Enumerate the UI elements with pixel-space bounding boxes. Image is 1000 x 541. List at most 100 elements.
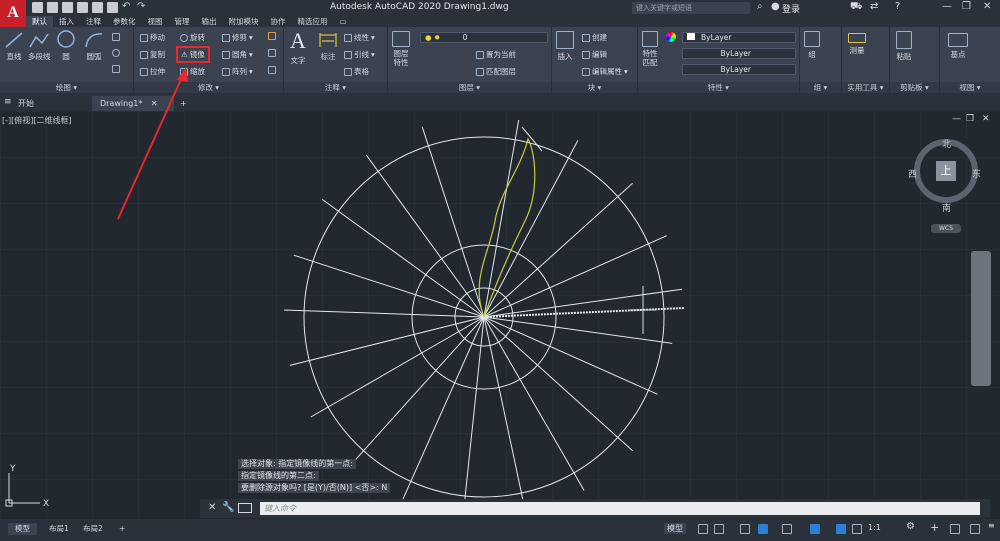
tab-output[interactable]: 输出: [196, 16, 223, 27]
table-button[interactable]: 表格: [344, 66, 369, 77]
annotation-scale[interactable]: 1:1: [868, 523, 881, 532]
navigation-bar[interactable]: [971, 251, 991, 386]
copy-button[interactable]: 复制: [140, 49, 165, 60]
autocad-logo[interactable]: A: [0, 0, 26, 27]
cart-icon[interactable]: ⛟: [850, 1, 863, 14]
grid-toggle-icon[interactable]: [698, 524, 708, 534]
line-button[interactable]: 直线: [4, 31, 24, 62]
tab-insert[interactable]: 插入: [53, 16, 80, 27]
tab-annotate[interactable]: 注释: [80, 16, 107, 27]
panel-label-properties[interactable]: 特性 ▾: [638, 82, 799, 93]
command-customize-icon[interactable]: 🔧: [222, 502, 234, 513]
command-prompt-icon[interactable]: [238, 503, 252, 513]
minimize-icon[interactable]: —: [942, 1, 952, 12]
snap-toggle-icon[interactable]: [714, 524, 724, 534]
layer-dropdown[interactable]: ● ✹ 0: [420, 32, 548, 43]
user-icon[interactable]: ●: [771, 1, 780, 12]
command-input[interactable]: 键入命令: [260, 502, 980, 515]
lineweight-dropdown[interactable]: ByLayer: [682, 64, 796, 75]
arc-button[interactable]: 圆弧: [84, 31, 104, 62]
rectangle-icon[interactable]: [112, 33, 120, 41]
tab-more-icon[interactable]: ▭: [334, 16, 353, 27]
search-icon[interactable]: ⌕: [757, 1, 763, 12]
panel-label-layers[interactable]: 图层 ▾: [388, 82, 551, 93]
scale-button[interactable]: 缩放: [180, 66, 205, 77]
tab-view[interactable]: 视图: [142, 16, 169, 27]
edit-block-button[interactable]: 编辑: [582, 49, 607, 60]
viewport-restore-icon[interactable]: ❐: [966, 114, 974, 124]
stretch-button[interactable]: 拉伸: [140, 66, 165, 77]
compass-south[interactable]: 南: [942, 201, 951, 214]
match-layer-button[interactable]: 匹配图层: [476, 66, 516, 77]
open-icon[interactable]: [47, 2, 58, 13]
panel-label-groups[interactable]: 组 ▾: [800, 82, 841, 93]
polar-toggle-icon[interactable]: [758, 524, 768, 534]
annotation-visibility-icon[interactable]: [836, 524, 846, 534]
undo-icon[interactable]: ↶: [122, 2, 133, 13]
tab-addins[interactable]: 附加模块: [223, 16, 265, 27]
fullscreen-icon[interactable]: [970, 524, 980, 534]
tab-collaborate[interactable]: 协作: [265, 16, 292, 27]
isolate-objects-icon[interactable]: [950, 524, 960, 534]
leader-button[interactable]: 引线 ▾: [344, 49, 375, 60]
close-icon[interactable]: ✕: [983, 1, 991, 12]
explode-icon[interactable]: [268, 49, 276, 57]
tab-layout2[interactable]: 布局2: [76, 523, 110, 535]
panel-label-block[interactable]: 块 ▾: [552, 82, 637, 93]
compass-east[interactable]: 东: [972, 167, 981, 180]
add-icon[interactable]: +: [930, 521, 939, 534]
text-button[interactable]: A 文字: [290, 29, 306, 66]
viewcube-top-face[interactable]: 上: [936, 161, 956, 181]
panel-label-draw[interactable]: 绘图 ▾: [0, 82, 133, 93]
tab-layout1[interactable]: 布局1: [42, 523, 76, 535]
tab-parametric[interactable]: 参数化: [107, 16, 142, 27]
fillet-button[interactable]: 圆角 ▾: [222, 49, 253, 60]
customize-menu-icon[interactable]: ≡: [988, 521, 995, 530]
new-tab-button[interactable]: +: [176, 96, 191, 111]
set-current-button[interactable]: 置为当前: [476, 49, 516, 60]
add-layout-button[interactable]: +: [112, 523, 132, 535]
save-icon[interactable]: [62, 2, 73, 13]
drawing-canvas[interactable]: Y X: [0, 111, 1000, 519]
tab-model[interactable]: 模型: [8, 523, 37, 535]
exchange-icon[interactable]: ⇄: [870, 1, 878, 12]
autoscale-icon[interactable]: [852, 524, 862, 534]
linear-dim-button[interactable]: 线性 ▾: [344, 32, 375, 43]
mirror-button[interactable]: ⚠ 镜像: [176, 46, 210, 63]
osnap-toggle-icon[interactable]: [810, 524, 820, 534]
move-button[interactable]: 移动: [140, 32, 165, 43]
search-input[interactable]: 键入关键字或短语: [632, 2, 750, 14]
settings-gear-icon[interactable]: ⚙: [906, 521, 915, 532]
viewport-controls-label[interactable]: [-][俯视][二维线框]: [2, 115, 72, 126]
linetype-dropdown[interactable]: ByLayer: [682, 48, 796, 59]
tab-home[interactable]: 默认: [26, 16, 53, 27]
tab-close-icon[interactable]: ✕: [151, 99, 158, 108]
color-dropdown[interactable]: ByLayer: [682, 32, 796, 43]
panel-label-utilities[interactable]: 实用工具 ▾: [842, 82, 889, 93]
color-wheel-icon[interactable]: [666, 32, 676, 42]
tab-featured-apps[interactable]: 精选应用: [292, 16, 334, 27]
panel-label-modify[interactable]: 修改 ▾: [134, 82, 283, 93]
panel-label-annotation[interactable]: 注释 ▾: [284, 82, 387, 93]
offset-icon[interactable]: [268, 66, 276, 74]
ortho-toggle-icon[interactable]: [740, 524, 750, 534]
drawing-viewport[interactable]: Y X [-][俯视][二维线框] — ❐ ✕ 上 北 南 东 西 WCS 选择…: [0, 111, 1000, 519]
help-icon[interactable]: ?: [895, 1, 900, 12]
group-button[interactable]: 组: [804, 31, 820, 60]
compass-north[interactable]: 北: [942, 137, 951, 150]
match-properties-button[interactable]: 特性 匹配: [642, 31, 658, 67]
restore-icon[interactable]: ❐: [962, 1, 971, 12]
array-button[interactable]: 阵列 ▾: [222, 66, 253, 77]
measure-button[interactable]: 测量: [848, 33, 866, 56]
layer-properties-button[interactable]: 图层 特性: [392, 31, 410, 67]
edit-attribute-button[interactable]: 编辑属性 ▾: [582, 66, 628, 77]
hatch-icon[interactable]: [112, 65, 120, 73]
viewport-close-icon[interactable]: ✕: [982, 114, 990, 124]
create-block-button[interactable]: 创建: [582, 32, 607, 43]
ellipse-icon[interactable]: [112, 49, 120, 57]
insert-block-button[interactable]: 插入: [556, 31, 574, 62]
redo-icon[interactable]: ↷: [137, 2, 148, 13]
polyline-button[interactable]: 多段线: [28, 31, 51, 62]
base-view-button[interactable]: 基点: [948, 33, 968, 60]
viewport-minimize-icon[interactable]: —: [952, 114, 961, 124]
